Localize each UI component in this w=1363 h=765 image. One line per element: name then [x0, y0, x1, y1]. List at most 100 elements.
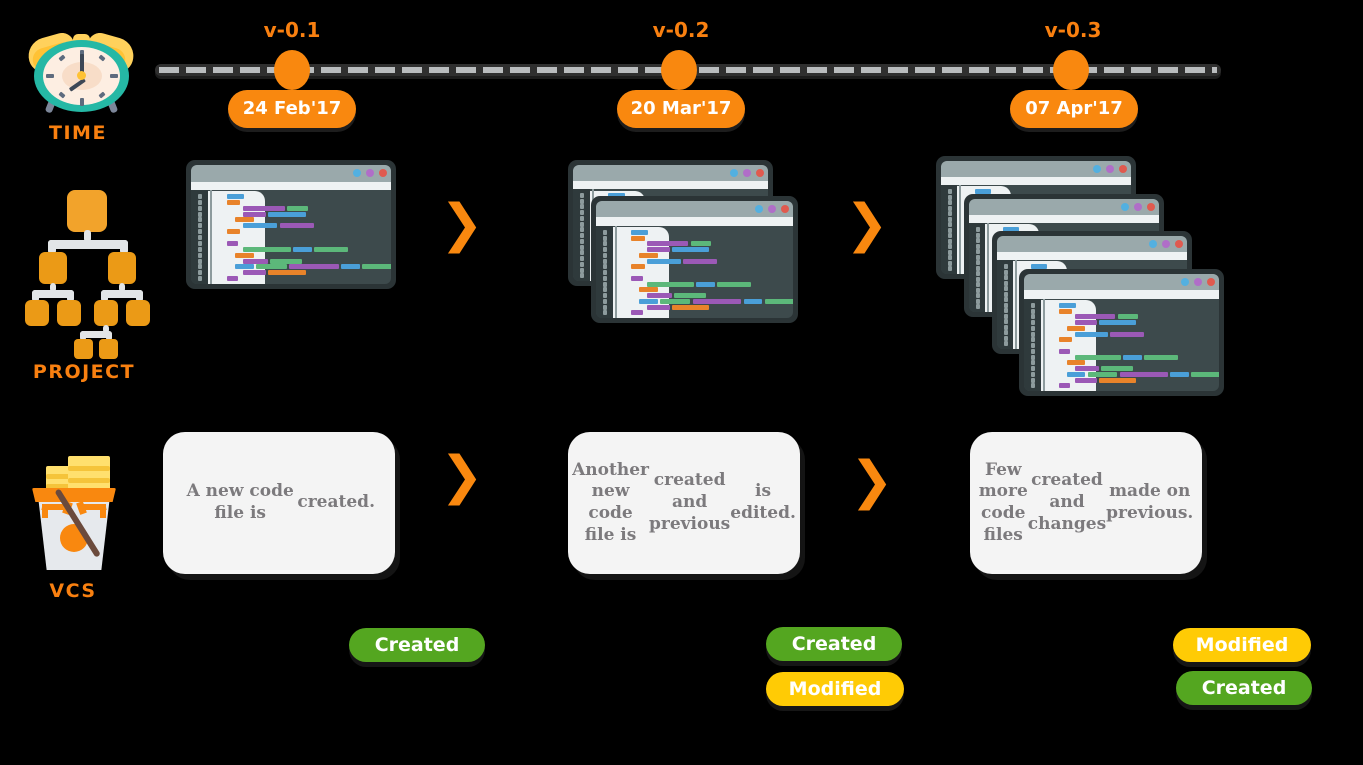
status-badge: Created — [766, 627, 902, 661]
window-dot-red[interactable] — [781, 205, 789, 213]
code-token — [235, 217, 254, 223]
code-token — [683, 258, 717, 264]
gutter-divider — [1015, 260, 1017, 349]
line-number — [976, 243, 980, 249]
window-dot-purple[interactable] — [1134, 203, 1142, 211]
line-number — [603, 287, 607, 293]
line-number — [948, 216, 952, 222]
window-dot-purple[interactable] — [743, 169, 751, 177]
code-token — [270, 258, 303, 264]
timeline-date-chip-3[interactable]: 07 Apr'17 — [1010, 90, 1138, 128]
line-number — [1004, 302, 1008, 308]
window-tab-strip — [596, 217, 793, 226]
code-token — [1110, 331, 1144, 337]
timeline-date-chip-1[interactable]: 24 Feb'17 — [228, 90, 356, 128]
window-dot-blue[interactable] — [755, 205, 763, 213]
code-token — [1074, 354, 1121, 360]
line-number — [1004, 341, 1008, 347]
code-token — [243, 258, 268, 264]
code-token — [692, 298, 742, 304]
code-token — [696, 281, 716, 287]
line-number — [1031, 320, 1035, 326]
line-number — [1031, 348, 1035, 354]
window-dot-purple[interactable] — [1162, 240, 1170, 248]
line-number — [198, 246, 202, 252]
version-control-box-icon — [24, 448, 124, 570]
code-token — [1074, 320, 1097, 326]
code-token — [1074, 314, 1116, 320]
line-number — [603, 252, 607, 258]
line-number — [948, 227, 952, 233]
window-dot-red[interactable] — [1207, 278, 1215, 286]
line-number — [948, 260, 952, 266]
window-dot-blue[interactable] — [353, 169, 361, 177]
line-number — [198, 252, 202, 258]
code-token — [764, 298, 793, 304]
timeline-node-3[interactable] — [1053, 50, 1089, 90]
timeline-node-1[interactable] — [274, 50, 310, 90]
line-number — [580, 250, 584, 256]
code-token — [268, 270, 307, 276]
window-dot-purple[interactable] — [366, 169, 374, 177]
gutter-divider — [210, 190, 212, 284]
line-number — [1004, 275, 1008, 281]
window-title-bar — [997, 236, 1187, 252]
window-dot-red[interactable] — [756, 169, 764, 177]
line-number — [1004, 313, 1008, 319]
window-tab-strip — [941, 176, 1131, 185]
line-number — [1004, 291, 1008, 297]
code-token — [647, 258, 681, 264]
code-window[interactable] — [186, 160, 396, 289]
line-number — [976, 276, 980, 282]
code-token — [243, 223, 278, 229]
line-number — [1031, 331, 1035, 337]
line-number — [1031, 308, 1035, 314]
code-token — [631, 310, 643, 316]
code-token — [1170, 371, 1189, 377]
gutter-divider — [1043, 299, 1045, 391]
code-token — [1099, 320, 1137, 326]
code-window[interactable] — [591, 196, 798, 323]
timeline-node-2[interactable] — [661, 50, 697, 90]
line-number — [603, 247, 607, 253]
timeline-date-chip-2[interactable]: 20 Mar'17 — [617, 90, 745, 128]
code-token — [341, 264, 360, 270]
window-dot-blue[interactable] — [1181, 278, 1189, 286]
window-dot-blue[interactable] — [1093, 165, 1101, 173]
line-number — [1031, 343, 1035, 349]
code-token — [1066, 360, 1086, 366]
code-token — [639, 287, 659, 293]
line-number — [948, 194, 952, 200]
code-token — [1059, 348, 1071, 354]
code-token — [235, 264, 254, 270]
code-token — [631, 230, 649, 235]
code-token — [1087, 371, 1118, 377]
window-dot-blue[interactable] — [1149, 240, 1157, 248]
window-dot-purple[interactable] — [1106, 165, 1114, 173]
line-number — [1031, 366, 1035, 372]
code-token — [227, 194, 245, 199]
code-token — [1191, 371, 1219, 377]
window-dot-red[interactable] — [1147, 203, 1155, 211]
window-dot-red[interactable] — [1119, 165, 1127, 173]
window-title-bar — [573, 165, 768, 182]
line-number — [198, 264, 202, 270]
code-token — [243, 205, 285, 211]
window-dot-purple[interactable] — [768, 205, 776, 213]
line-number — [948, 189, 952, 194]
window-dot-blue[interactable] — [1121, 203, 1129, 211]
line-number — [948, 222, 952, 228]
line-number — [580, 273, 584, 279]
window-dot-blue[interactable] — [730, 169, 738, 177]
code-window[interactable] — [1019, 269, 1224, 396]
line-number — [580, 238, 584, 244]
window-dot-red[interactable] — [1175, 240, 1183, 248]
line-number — [948, 200, 952, 206]
line-number — [976, 249, 980, 255]
window-dot-purple[interactable] — [1194, 278, 1202, 286]
code-token — [672, 304, 710, 310]
line-number — [1004, 297, 1008, 303]
line-number — [198, 211, 202, 217]
window-tab-strip — [1024, 290, 1219, 299]
window-dot-red[interactable] — [379, 169, 387, 177]
